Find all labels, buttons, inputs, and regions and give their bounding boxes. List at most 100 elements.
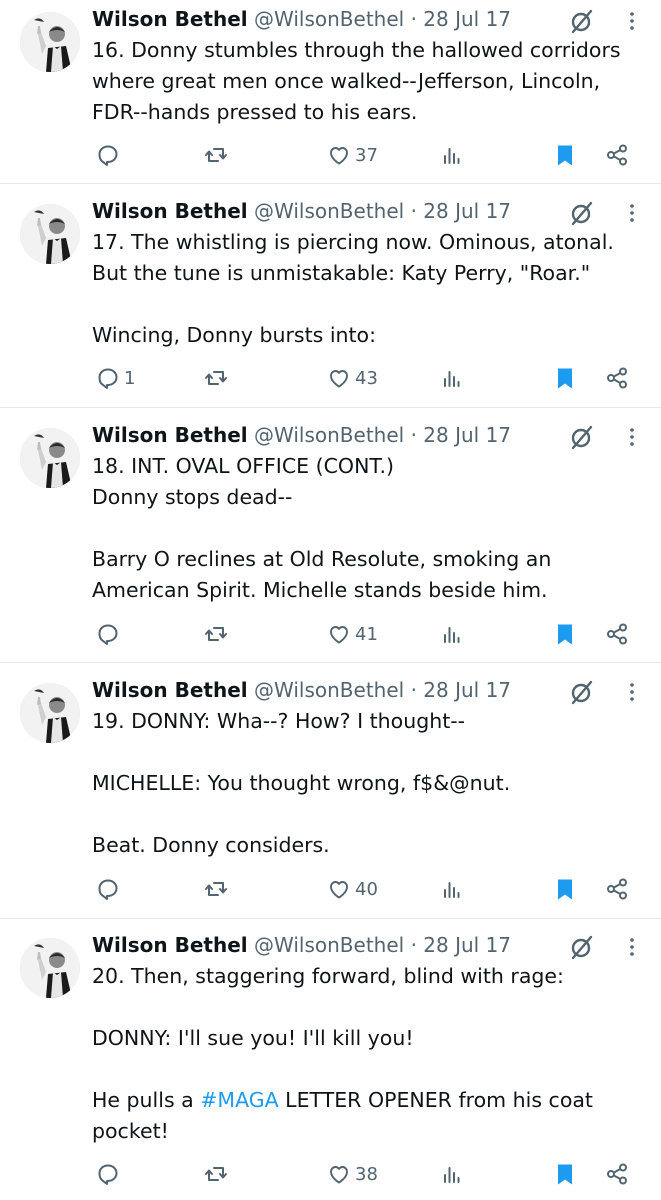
share-icon bbox=[605, 1162, 629, 1186]
grok-icon[interactable] bbox=[568, 424, 596, 450]
bookmark-button[interactable] bbox=[553, 618, 577, 650]
more-icon[interactable] bbox=[623, 424, 641, 450]
author-handle[interactable]: @WilsonBethel bbox=[254, 199, 404, 223]
more-icon[interactable] bbox=[623, 8, 641, 34]
retweet-button[interactable] bbox=[204, 1158, 228, 1190]
hashtag-link[interactable]: #MAGA bbox=[200, 1088, 278, 1112]
like-count: 41 bbox=[355, 623, 378, 645]
tweet-date[interactable]: 28 Jul 17 bbox=[423, 199, 511, 223]
avatar[interactable] bbox=[20, 938, 80, 998]
like-icon bbox=[327, 622, 351, 646]
retweet-icon bbox=[204, 622, 228, 646]
views-icon bbox=[440, 143, 464, 167]
reply-button[interactable] bbox=[96, 618, 124, 650]
share-button[interactable] bbox=[605, 139, 629, 171]
retweet-icon bbox=[204, 366, 228, 390]
separator-dot: · bbox=[410, 933, 417, 957]
retweet-icon bbox=[204, 143, 228, 167]
tweet-actions: 40 bbox=[0, 873, 661, 905]
views-button[interactable] bbox=[440, 873, 464, 905]
grok-icon[interactable] bbox=[568, 8, 596, 34]
bookmark-icon bbox=[553, 1162, 577, 1186]
tweet-date[interactable]: 28 Jul 17 bbox=[423, 678, 511, 702]
share-button[interactable] bbox=[605, 362, 629, 394]
share-button[interactable] bbox=[605, 618, 629, 650]
retweet-button[interactable] bbox=[204, 139, 228, 171]
like-button[interactable]: 40 bbox=[327, 873, 378, 905]
views-icon bbox=[440, 622, 464, 646]
tweet-date[interactable]: 28 Jul 17 bbox=[423, 933, 511, 957]
avatar[interactable] bbox=[20, 683, 80, 743]
reply-button[interactable]: 1 bbox=[96, 362, 135, 394]
tweet-header: Wilson Bethel @WilsonBethel · 28 Jul 17 bbox=[92, 930, 511, 960]
reply-button[interactable] bbox=[96, 873, 124, 905]
like-count: 38 bbox=[355, 1163, 378, 1185]
tweet-text: 18. INT. OVAL OFFICE (CONT.) Donny stops… bbox=[92, 454, 552, 602]
bookmark-button[interactable] bbox=[553, 139, 577, 171]
views-button[interactable] bbox=[440, 139, 464, 171]
retweet-button[interactable] bbox=[204, 873, 228, 905]
share-button[interactable] bbox=[605, 873, 629, 905]
reply-button[interactable] bbox=[96, 139, 124, 171]
bookmark-icon bbox=[553, 877, 577, 901]
grok-icon[interactable] bbox=[568, 200, 596, 226]
views-icon bbox=[440, 877, 464, 901]
tweet-date[interactable]: 28 Jul 17 bbox=[423, 7, 511, 31]
like-icon bbox=[327, 877, 351, 901]
avatar[interactable] bbox=[20, 204, 80, 264]
bookmark-button[interactable] bbox=[553, 1158, 577, 1190]
author-name[interactable]: Wilson Bethel bbox=[92, 678, 248, 702]
author-name[interactable]: Wilson Bethel bbox=[92, 199, 248, 223]
views-icon bbox=[440, 1162, 464, 1186]
retweet-icon bbox=[204, 1162, 228, 1186]
author-name[interactable]: Wilson Bethel bbox=[92, 7, 248, 31]
like-button[interactable]: 43 bbox=[327, 362, 378, 394]
grok-icon[interactable] bbox=[568, 934, 596, 960]
like-icon bbox=[327, 366, 351, 390]
tweet-text: 16. Donny stumbles through the hallowed … bbox=[92, 38, 628, 124]
author-name[interactable]: Wilson Bethel bbox=[92, 933, 248, 957]
share-icon bbox=[605, 877, 629, 901]
more-icon[interactable] bbox=[623, 679, 641, 705]
more-icon[interactable] bbox=[623, 200, 641, 226]
bookmark-icon bbox=[553, 366, 577, 390]
separator-dot: · bbox=[410, 7, 417, 31]
tweet-text: 20. Then, staggering forward, blind with… bbox=[92, 961, 652, 1147]
tweet-text: 19. DONNY: Wha--? How? I thought-- MICHE… bbox=[92, 709, 511, 857]
tweet-divider bbox=[0, 662, 661, 663]
share-button[interactable] bbox=[605, 1158, 629, 1190]
author-handle[interactable]: @WilsonBethel bbox=[254, 7, 404, 31]
like-icon bbox=[327, 1162, 351, 1186]
grok-icon[interactable] bbox=[568, 679, 596, 705]
tweet-text: 17. The whistling is piercing now. Omino… bbox=[92, 230, 614, 347]
author-name[interactable]: Wilson Bethel bbox=[92, 423, 248, 447]
avatar[interactable] bbox=[20, 12, 80, 72]
like-button[interactable]: 41 bbox=[327, 618, 378, 650]
reply-button[interactable] bbox=[96, 1158, 124, 1190]
more-icon[interactable] bbox=[623, 934, 641, 960]
author-handle[interactable]: @WilsonBethel bbox=[254, 678, 404, 702]
views-button[interactable] bbox=[440, 362, 464, 394]
reply-icon bbox=[96, 1162, 120, 1186]
retweet-button[interactable] bbox=[204, 618, 228, 650]
like-icon bbox=[327, 143, 351, 167]
reply-count: 1 bbox=[124, 367, 136, 389]
bookmark-button[interactable] bbox=[553, 873, 577, 905]
views-icon bbox=[440, 366, 464, 390]
tweet-header: Wilson Bethel @WilsonBethel · 28 Jul 17 bbox=[92, 675, 511, 705]
views-button[interactable] bbox=[440, 1158, 464, 1190]
reply-icon bbox=[96, 877, 120, 901]
author-handle[interactable]: @WilsonBethel bbox=[254, 933, 404, 957]
tweet-header: Wilson Bethel @WilsonBethel · 28 Jul 17 bbox=[92, 420, 511, 450]
bookmark-button[interactable] bbox=[553, 362, 577, 394]
tweet-date[interactable]: 28 Jul 17 bbox=[423, 423, 511, 447]
avatar[interactable] bbox=[20, 428, 80, 488]
author-handle[interactable]: @WilsonBethel bbox=[254, 423, 404, 447]
like-count: 37 bbox=[355, 144, 378, 166]
like-button[interactable]: 37 bbox=[327, 139, 378, 171]
retweet-button[interactable] bbox=[204, 362, 228, 394]
share-icon bbox=[605, 366, 629, 390]
like-button[interactable]: 38 bbox=[327, 1158, 378, 1190]
views-button[interactable] bbox=[440, 618, 464, 650]
tweet-header: Wilson Bethel @WilsonBethel · 28 Jul 17 bbox=[92, 196, 511, 226]
